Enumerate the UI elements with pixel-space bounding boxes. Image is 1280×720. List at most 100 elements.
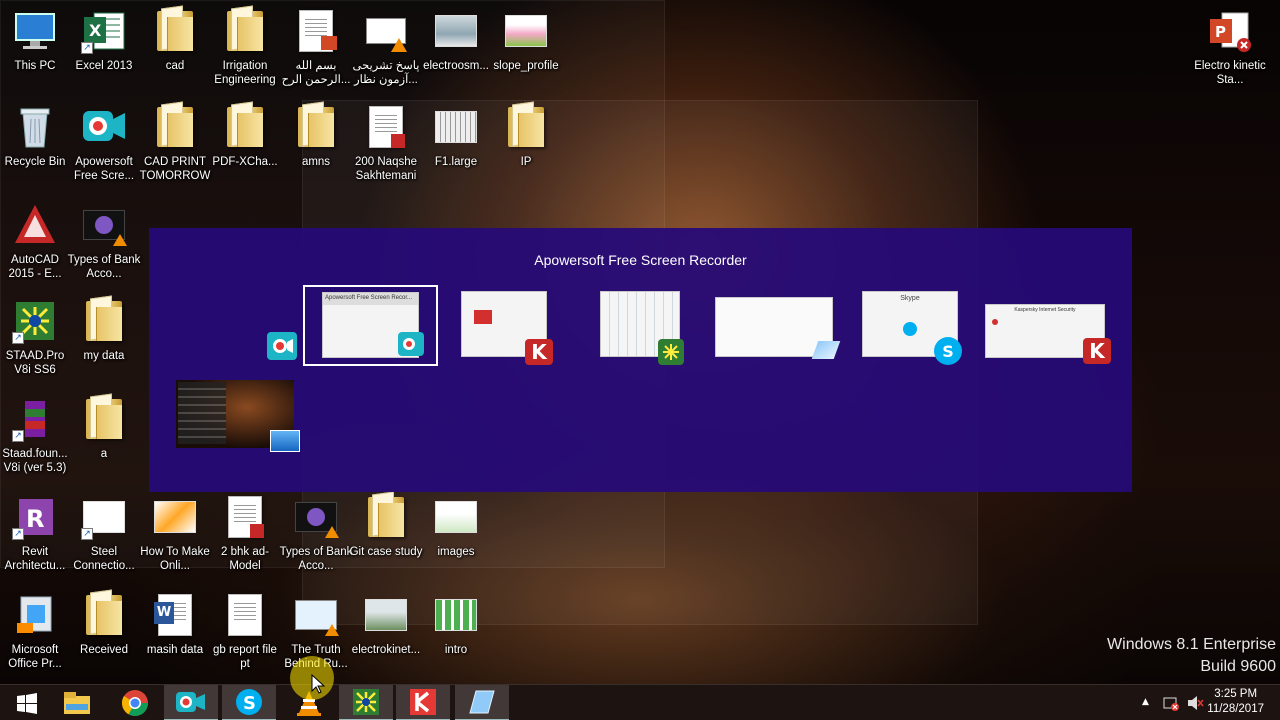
desktop-icon-200-naqshe[interactable]: 200 Naqshe Sakhtemani [351, 104, 421, 194]
folder-icon [81, 298, 127, 344]
video-file-icon [293, 494, 339, 540]
icon-label: gb report file pt [213, 644, 277, 670]
screen-recorder-icon [176, 692, 205, 712]
video-file-icon [293, 592, 339, 638]
desktop-icon-electrokinet[interactable]: electrokinet... [351, 592, 421, 682]
taskbar-file-explorer[interactable] [50, 685, 104, 720]
show-hidden-icons-chevron-icon[interactable]: ▲ [1142, 697, 1149, 707]
desktop-icon-a[interactable]: a [69, 396, 139, 486]
taskbar-kaspersky[interactable] [396, 685, 450, 720]
icon-label: Git case study [349, 546, 423, 558]
system-clock[interactable]: 3:25 PM 11/28/2017 [1207, 687, 1264, 717]
window-thumb-apowersoft[interactable]: Apowersoft Free Screen Recor... [303, 285, 438, 366]
app-file-icon [469, 690, 495, 714]
computer-icon [12, 8, 58, 54]
pdf-badge-icon [391, 134, 405, 148]
desktop-icon-gb-report[interactable]: gb report file pt [210, 592, 280, 682]
icon-label: Received [80, 644, 128, 656]
desktop-icon-received[interactable]: Received [69, 592, 139, 682]
icon-label: Types of Bank Acco... [279, 546, 353, 572]
kaspersky-icon: K [1083, 338, 1111, 364]
app-file-icon [811, 341, 841, 359]
winrar-icon: ↗ [12, 396, 58, 442]
shortcut-arrow-icon: ↗ [81, 42, 93, 54]
desktop-icon-images[interactable]: images [421, 494, 491, 584]
folder-icon [222, 8, 268, 54]
shortcut-arrow-icon: ↗ [12, 332, 24, 344]
icon-label: electroosm... [423, 60, 489, 72]
image-thumb-icon [433, 494, 479, 540]
desktop-icon-revit[interactable]: R ↗ Revit Architectu... [0, 494, 70, 584]
taskbar-staad[interactable] [339, 685, 393, 720]
word-doc-icon: W [152, 592, 198, 638]
network-error-icon[interactable] [1162, 694, 1180, 716]
shortcut-arrow-icon: ↗ [12, 430, 24, 442]
skype-icon: S [934, 337, 962, 365]
svg-text:P: P [1215, 23, 1226, 41]
icon-label: images [437, 546, 475, 558]
desktop-icon-types-bank[interactable]: Types of Bank Acco... [68, 202, 140, 292]
window-thumb-desktop[interactable] [176, 380, 300, 452]
shortcut-arrow-icon: ↗ [12, 528, 24, 540]
desktop-icon-cad-print[interactable]: CAD PRINT TOMORROW [140, 104, 210, 194]
desktop-icon-apowersoft[interactable]: Apowersoft Free Scre... [69, 104, 139, 194]
desktop-icon-2bhk[interactable]: 2 bhk ad-Model [210, 494, 280, 584]
desktop-icon-autocad[interactable]: AutoCAD 2015 - E... [0, 202, 70, 292]
desktop-icon-f1-large[interactable]: F1.large [421, 104, 491, 194]
folder-icon [293, 104, 339, 150]
icon-label: بسم الله الرحمن الرح... [281, 60, 351, 86]
taskbar-skype[interactable]: S [222, 685, 276, 720]
icon-label: Steel Connectio... [73, 546, 135, 572]
desktop-icon-my-data[interactable]: my data [69, 298, 139, 388]
svg-text:R: R [26, 505, 44, 533]
desktop-icon-amns[interactable]: amns [281, 104, 351, 194]
staad-icon: ↗ [12, 298, 58, 344]
window-thumb-staad[interactable] [600, 291, 684, 365]
taskbar-apowersoft[interactable] [164, 685, 218, 720]
folder-icon [152, 8, 198, 54]
desktop-icon-irrigation[interactable]: Irrigation Engineering [210, 8, 280, 98]
volume-muted-icon[interactable] [1186, 694, 1204, 716]
desktop-icon-persian-file[interactable]: پاسخ تشریحی آزمون نظار... [351, 8, 421, 98]
desktop-icon-pdf-xchange[interactable]: PDF-XCha... [210, 104, 280, 194]
staad-icon [658, 339, 684, 365]
icon-label: slope_profile [493, 60, 559, 72]
icon-label: Excel 2013 [75, 60, 133, 72]
staad-icon [353, 689, 379, 715]
media-file-icon [363, 8, 409, 54]
desktop-icon-masih-data[interactable]: W masih data [140, 592, 210, 682]
window-thumb-kaspersky-alert[interactable]: K [461, 291, 553, 365]
skype-window-title: Skype [900, 295, 920, 302]
desktop-icon-arabic-ppt[interactable]: بسم الله الرحمن الرح... [281, 8, 351, 98]
image-thumb-icon [363, 592, 409, 638]
window-thumb-blank-app[interactable] [715, 297, 841, 359]
desktop-icon-electrokinetic-ppt[interactable]: P Electro kinetic Sta... [1194, 8, 1266, 98]
taskbar-chrome[interactable] [108, 685, 162, 720]
desktop-icon-electroosm[interactable]: electroosm... [421, 8, 491, 98]
desktop-icon-excel-2013[interactable]: X ↗ Excel 2013 [69, 8, 139, 98]
desktop-icon-cad[interactable]: cad [140, 8, 210, 98]
icon-label: This PC [14, 60, 56, 72]
desktop-icon-how-to-make[interactable]: How To Make Onli... [140, 494, 210, 584]
desktop-icon-staad-foundation[interactable]: ↗ Staad.foun... V8i (ver 5.3) [0, 396, 70, 486]
desktop-icon-office-pro[interactable]: Microsoft Office Pr... [0, 592, 70, 682]
desktop-icon-this-pc[interactable]: This PC [0, 8, 70, 98]
recycle-bin-icon [12, 104, 58, 150]
desktop-icon-git-case-study[interactable]: Git case study [349, 494, 423, 584]
taskbar-app[interactable] [455, 685, 509, 720]
file-explorer-icon [64, 692, 90, 714]
folder-icon [81, 592, 127, 638]
desktop-icon-staad-pro[interactable]: ↗ STAAD.Pro V8i SS6 [0, 298, 70, 388]
watermark-edition: Windows 8.1 Enterprise [1107, 636, 1276, 653]
desktop-icon-slope-profile[interactable]: slope_profile [491, 8, 561, 98]
desktop-icon-ip[interactable]: IP [491, 104, 561, 194]
desktop-icon-steel-connection[interactable]: ↗ Steel Connectio... [69, 494, 139, 584]
start-button[interactable] [0, 685, 54, 720]
vlc-cone-icon [325, 624, 339, 636]
desktop-icon-recycle-bin[interactable]: Recycle Bin [0, 104, 70, 194]
window-thumb-skype[interactable]: Skype S [862, 291, 962, 365]
icon-label: Microsoft Office Pr... [8, 644, 62, 670]
window-thumb-kaspersky-security[interactable]: Kaspersky Internet Security K [985, 304, 1111, 364]
desktop-icon-intro[interactable]: intro [421, 592, 491, 682]
desktop-icon-types-bank-2[interactable]: Types of Bank Acco... [279, 494, 353, 584]
